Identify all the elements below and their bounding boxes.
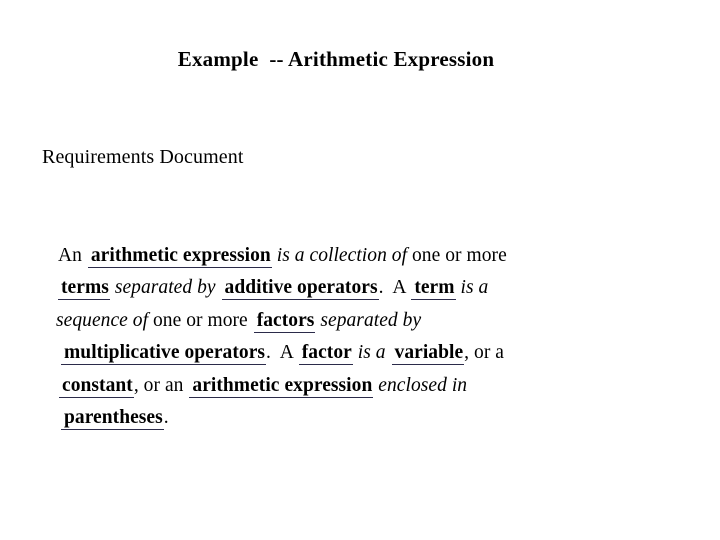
- body-line: multiplicative operators. A factor is a …: [56, 337, 656, 369]
- body-line: constant, or an arithmetic expression en…: [56, 370, 656, 402]
- body-line: terms separated by additive operators. A…: [56, 272, 656, 304]
- defined-term: variable: [391, 342, 465, 366]
- emphasis-text: is a: [455, 277, 489, 299]
- emphasis-text: sequence of: [56, 309, 149, 331]
- defined-term: arithmetic expression: [189, 374, 374, 398]
- plain-text: .: [163, 407, 169, 429]
- requirements-body: An arithmetic expression is a collection…: [56, 240, 656, 434]
- body-line: An arithmetic expression is a collection…: [56, 240, 656, 272]
- plain-text: , or a: [464, 342, 504, 364]
- defined-term: terms: [58, 277, 110, 301]
- plain-text: one or more: [148, 309, 253, 331]
- section-heading-requirements-document: Requirements Document: [42, 146, 244, 168]
- page-title: Example -- Arithmetic Expression: [177, 47, 495, 71]
- plain-text: An: [58, 245, 87, 266]
- defined-term: factor: [298, 342, 353, 366]
- plain-text: , or an: [133, 374, 189, 396]
- body-line: parentheses.: [56, 402, 656, 434]
- defined-term: factors: [253, 309, 316, 333]
- emphasis-text: separated by: [315, 309, 422, 331]
- defined-term: parentheses: [61, 407, 164, 431]
- emphasis-text: separated by: [109, 277, 221, 299]
- plain-text: . A: [266, 342, 298, 364]
- plain-text: one or more: [407, 245, 507, 266]
- defined-term: term: [411, 277, 456, 301]
- defined-term: additive operators: [221, 277, 379, 301]
- body-line: sequence of one or more factors separate…: [56, 305, 656, 337]
- emphasis-text: is a collection of: [271, 245, 408, 266]
- plain-text: . A: [378, 277, 411, 299]
- slide-canvas: Example -- Arithmetic Expression Require…: [0, 0, 720, 540]
- defined-term: constant: [59, 374, 134, 398]
- emphasis-text: is a: [352, 342, 391, 364]
- defined-term: arithmetic expression: [87, 245, 272, 268]
- emphasis-text: enclosed in: [373, 374, 468, 396]
- defined-term: multiplicative operators: [61, 342, 267, 366]
